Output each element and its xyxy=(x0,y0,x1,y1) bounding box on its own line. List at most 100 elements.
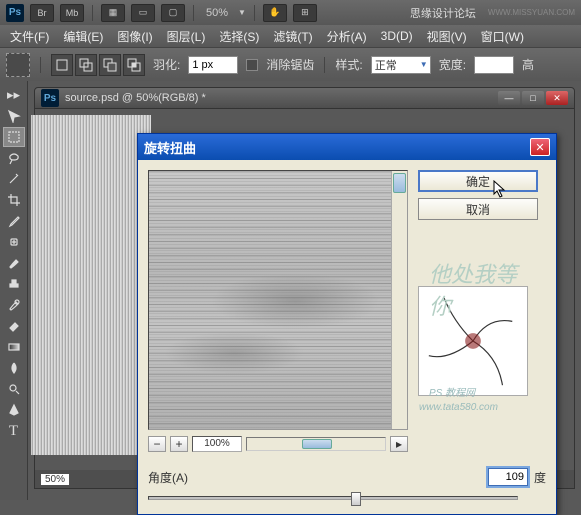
effect-thumbnail: 他处我等你 PS 教程网 www.tata580.com xyxy=(418,286,528,396)
scroll-right-button[interactable]: ▸ xyxy=(390,436,408,452)
lasso-tool-icon[interactable] xyxy=(3,148,25,168)
width-label: 宽度: xyxy=(439,56,466,73)
app-bar: Ps Br Mb ▦ ▭ ▢ 50% ▼ ✋ ⊞ 思缘设计论坛 WWW.MISS… xyxy=(0,0,581,25)
watermark-url2: www.tata580.com xyxy=(419,402,498,413)
separator xyxy=(40,57,41,73)
menu-layer[interactable]: 图层(L) xyxy=(161,26,212,47)
current-tool-icon[interactable] xyxy=(6,53,30,77)
wand-tool-icon[interactable] xyxy=(3,169,25,189)
view-extras-button[interactable]: ▦ xyxy=(101,4,125,22)
scrollbar-thumb-h[interactable] xyxy=(302,439,332,449)
healing-tool-icon[interactable] xyxy=(3,232,25,252)
cancel-button[interactable]: 取消 xyxy=(418,198,538,220)
dialog-close-button[interactable]: ✕ xyxy=(530,138,550,156)
blur-tool-icon[interactable] xyxy=(3,358,25,378)
menu-bar: 文件(F) 编辑(E) 图像(I) 图层(L) 选择(S) 滤镜(T) 分析(A… xyxy=(0,25,581,47)
document-titlebar[interactable]: Ps source.psd @ 50%(RGB/8) * — □ ✕ xyxy=(34,87,575,109)
slider-thumb[interactable] xyxy=(351,492,361,506)
menu-image[interactable]: 图像(I) xyxy=(111,26,158,47)
dialog-title: 旋转扭曲 xyxy=(144,138,530,157)
move-tool-icon[interactable] xyxy=(3,106,25,126)
angle-input[interactable] xyxy=(488,468,528,486)
type-tool-icon[interactable]: T xyxy=(3,421,25,441)
dodge-tool-icon[interactable] xyxy=(3,379,25,399)
angle-slider[interactable] xyxy=(148,496,518,500)
options-bar: 羽化: 消除锯齿 样式: 正常 宽度: 高 xyxy=(0,47,581,81)
menu-select[interactable]: 选择(S) xyxy=(213,26,265,47)
screen-mode-button[interactable]: ▢ xyxy=(161,4,185,22)
document-title: source.psd @ 50%(RGB/8) * xyxy=(65,92,496,104)
feather-input[interactable] xyxy=(188,56,238,74)
menu-edit[interactable]: 编辑(E) xyxy=(57,26,109,47)
menu-analysis[interactable]: 分析(A) xyxy=(321,26,373,47)
separator xyxy=(324,57,325,73)
gradient-tool-icon[interactable] xyxy=(3,337,25,357)
scrollbar-thumb[interactable] xyxy=(393,173,406,193)
ps-logo-icon: Ps xyxy=(41,89,59,107)
maximize-button[interactable]: □ xyxy=(522,91,544,105)
history-brush-icon[interactable] xyxy=(3,295,25,315)
view-mode-button[interactable]: ▭ xyxy=(131,4,155,22)
selection-new-icon[interactable] xyxy=(51,54,73,76)
tool-handle-icon[interactable]: ▸▸ xyxy=(3,85,25,105)
status-zoom[interactable]: 50% xyxy=(41,474,69,485)
zoom-level[interactable]: 50% xyxy=(202,7,232,19)
watermark-small: PS 教程网 xyxy=(429,384,475,399)
menu-file[interactable]: 文件(F) xyxy=(4,26,55,47)
ok-button[interactable]: 确定 xyxy=(418,170,538,192)
selection-intersect-icon[interactable] xyxy=(123,54,145,76)
menu-view[interactable]: 视图(V) xyxy=(421,26,473,47)
marquee-tool-icon[interactable] xyxy=(3,127,25,147)
arrange-button[interactable]: ⊞ xyxy=(293,4,317,22)
selection-mode-group xyxy=(51,54,145,76)
menu-3d[interactable]: 3D(D) xyxy=(375,27,419,45)
stamp-tool-icon[interactable] xyxy=(3,274,25,294)
style-value: 正常 xyxy=(375,57,397,73)
separator xyxy=(254,5,255,21)
selection-subtract-icon[interactable] xyxy=(99,54,121,76)
dialog-titlebar[interactable]: 旋转扭曲 ✕ xyxy=(138,134,556,160)
antialias-checkbox[interactable] xyxy=(246,59,258,71)
watermark-text: 思缘设计论坛 xyxy=(410,5,476,21)
separator xyxy=(92,5,93,21)
zoom-dropdown-icon[interactable]: ▼ xyxy=(238,8,246,17)
selection-add-icon[interactable] xyxy=(75,54,97,76)
tools-panel: ▸▸ T xyxy=(0,81,28,500)
minimize-button[interactable]: — xyxy=(498,91,520,105)
preview-image xyxy=(149,171,393,430)
preview-section: − + 100% ▸ xyxy=(148,170,408,454)
close-button[interactable]: ✕ xyxy=(546,91,568,105)
eyedropper-tool-icon[interactable] xyxy=(3,211,25,231)
eraser-tool-icon[interactable] xyxy=(3,316,25,336)
zoom-in-button[interactable]: + xyxy=(170,436,188,452)
width-input[interactable] xyxy=(474,56,514,74)
dialog-buttons: 确定 取消 他处我等你 PS 教程网 www.tata580.com xyxy=(418,170,538,454)
brush-tool-icon[interactable] xyxy=(3,253,25,273)
height-label: 高 xyxy=(522,56,534,73)
canvas-content xyxy=(31,115,151,455)
angle-unit: 度 xyxy=(534,469,546,486)
style-label: 样式: xyxy=(335,56,362,73)
ps-logo: Ps xyxy=(6,4,24,22)
preview-zoom[interactable]: 100% xyxy=(192,436,242,452)
menu-window[interactable]: 窗口(W) xyxy=(475,26,530,47)
separator xyxy=(193,5,194,21)
preview-scrollbar-h[interactable] xyxy=(246,437,386,451)
bridge-button[interactable]: Br xyxy=(30,4,54,22)
preview-box[interactable] xyxy=(148,170,408,430)
slider-row xyxy=(138,496,556,514)
dialog-body: − + 100% ▸ 确定 取消 他处我等你 xyxy=(138,160,556,464)
hand-tool-button[interactable]: ✋ xyxy=(263,4,287,22)
menu-filter[interactable]: 滤镜(T) xyxy=(267,26,318,47)
angle-label: 角度(A) xyxy=(148,469,188,486)
style-select[interactable]: 正常 xyxy=(371,56,431,74)
minibridge-button[interactable]: Mb xyxy=(60,4,84,22)
preview-scrollbar-v[interactable] xyxy=(391,171,407,429)
crop-tool-icon[interactable] xyxy=(3,190,25,210)
zoom-out-button[interactable]: − xyxy=(148,436,166,452)
pen-tool-icon[interactable] xyxy=(3,400,25,420)
twirl-dialog: 旋转扭曲 ✕ − + 100% ▸ 确定 取消 xyxy=(137,133,557,515)
angle-row: 角度(A) 度 xyxy=(138,464,556,496)
watermark-url: WWW.MISSYUAN.COM xyxy=(488,8,575,17)
antialias-label: 消除锯齿 xyxy=(266,56,314,73)
